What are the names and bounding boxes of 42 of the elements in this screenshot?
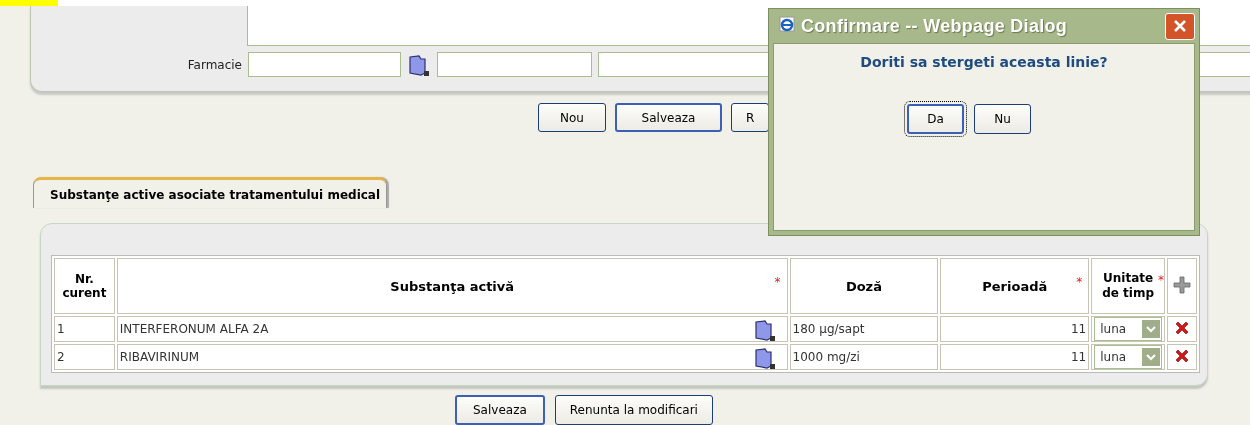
chevron-down-icon[interactable] [1146,324,1157,334]
button[interactable]: Salveaza [615,103,722,132]
header-label: Nr. curent [62,272,107,300]
table-cell: 11 [940,344,1090,370]
table-cell: 180 µg/sapt [789,316,939,342]
close-icon[interactable] [1172,18,1188,34]
button[interactable]: Da [907,104,964,134]
required-mark: * [774,275,781,289]
table-cell: 2 [54,344,115,370]
required-mark: * [1076,275,1083,289]
table-cell: 1000 mg/zi [789,344,939,370]
highlight-mark [0,0,58,6]
required-mark: * [1158,273,1165,288]
input-field[interactable] [248,52,401,77]
tab[interactable]: Substanţe active asociate tratamentului medical [33,177,388,208]
header-label: Substanţa activă [390,278,515,294]
window-title: Confirmare -- Webpage Dialog [801,15,1069,37]
dropdown[interactable]: luna [1094,345,1163,369]
button[interactable]: R [731,103,770,132]
field-label: Farmacie [186,57,242,72]
close-button[interactable] [1165,12,1195,40]
header-label: Perioadă [982,278,1048,294]
delete-icon[interactable] [1174,319,1190,336]
input-field[interactable] [437,52,592,77]
button[interactable]: Nou [538,103,606,132]
dialog-message: Doriti sa stergeti aceasta linie? [859,54,1109,70]
folder-icon[interactable] [407,52,431,77]
table-cell: 1 [54,316,115,342]
button[interactable]: Renunta la modificari [554,395,713,425]
button[interactable]: Salveaza [455,395,545,425]
folder-icon[interactable] [752,346,777,370]
add-icon[interactable] [1172,274,1192,295]
table-cell: INTERFERONUM ALFA 2A [119,322,269,336]
header-label: Doză [845,278,882,294]
folder-icon[interactable] [752,318,777,342]
dropdown[interactable]: luna [1094,317,1163,341]
table-cell: 11 [940,316,1090,342]
header-label: Unitate de timp [1102,271,1155,300]
button[interactable]: Nu [974,104,1031,134]
table-cell: RIBAVIRINUM [119,350,200,364]
delete-icon[interactable] [1174,347,1190,364]
chevron-down-icon[interactable] [1146,352,1157,362]
